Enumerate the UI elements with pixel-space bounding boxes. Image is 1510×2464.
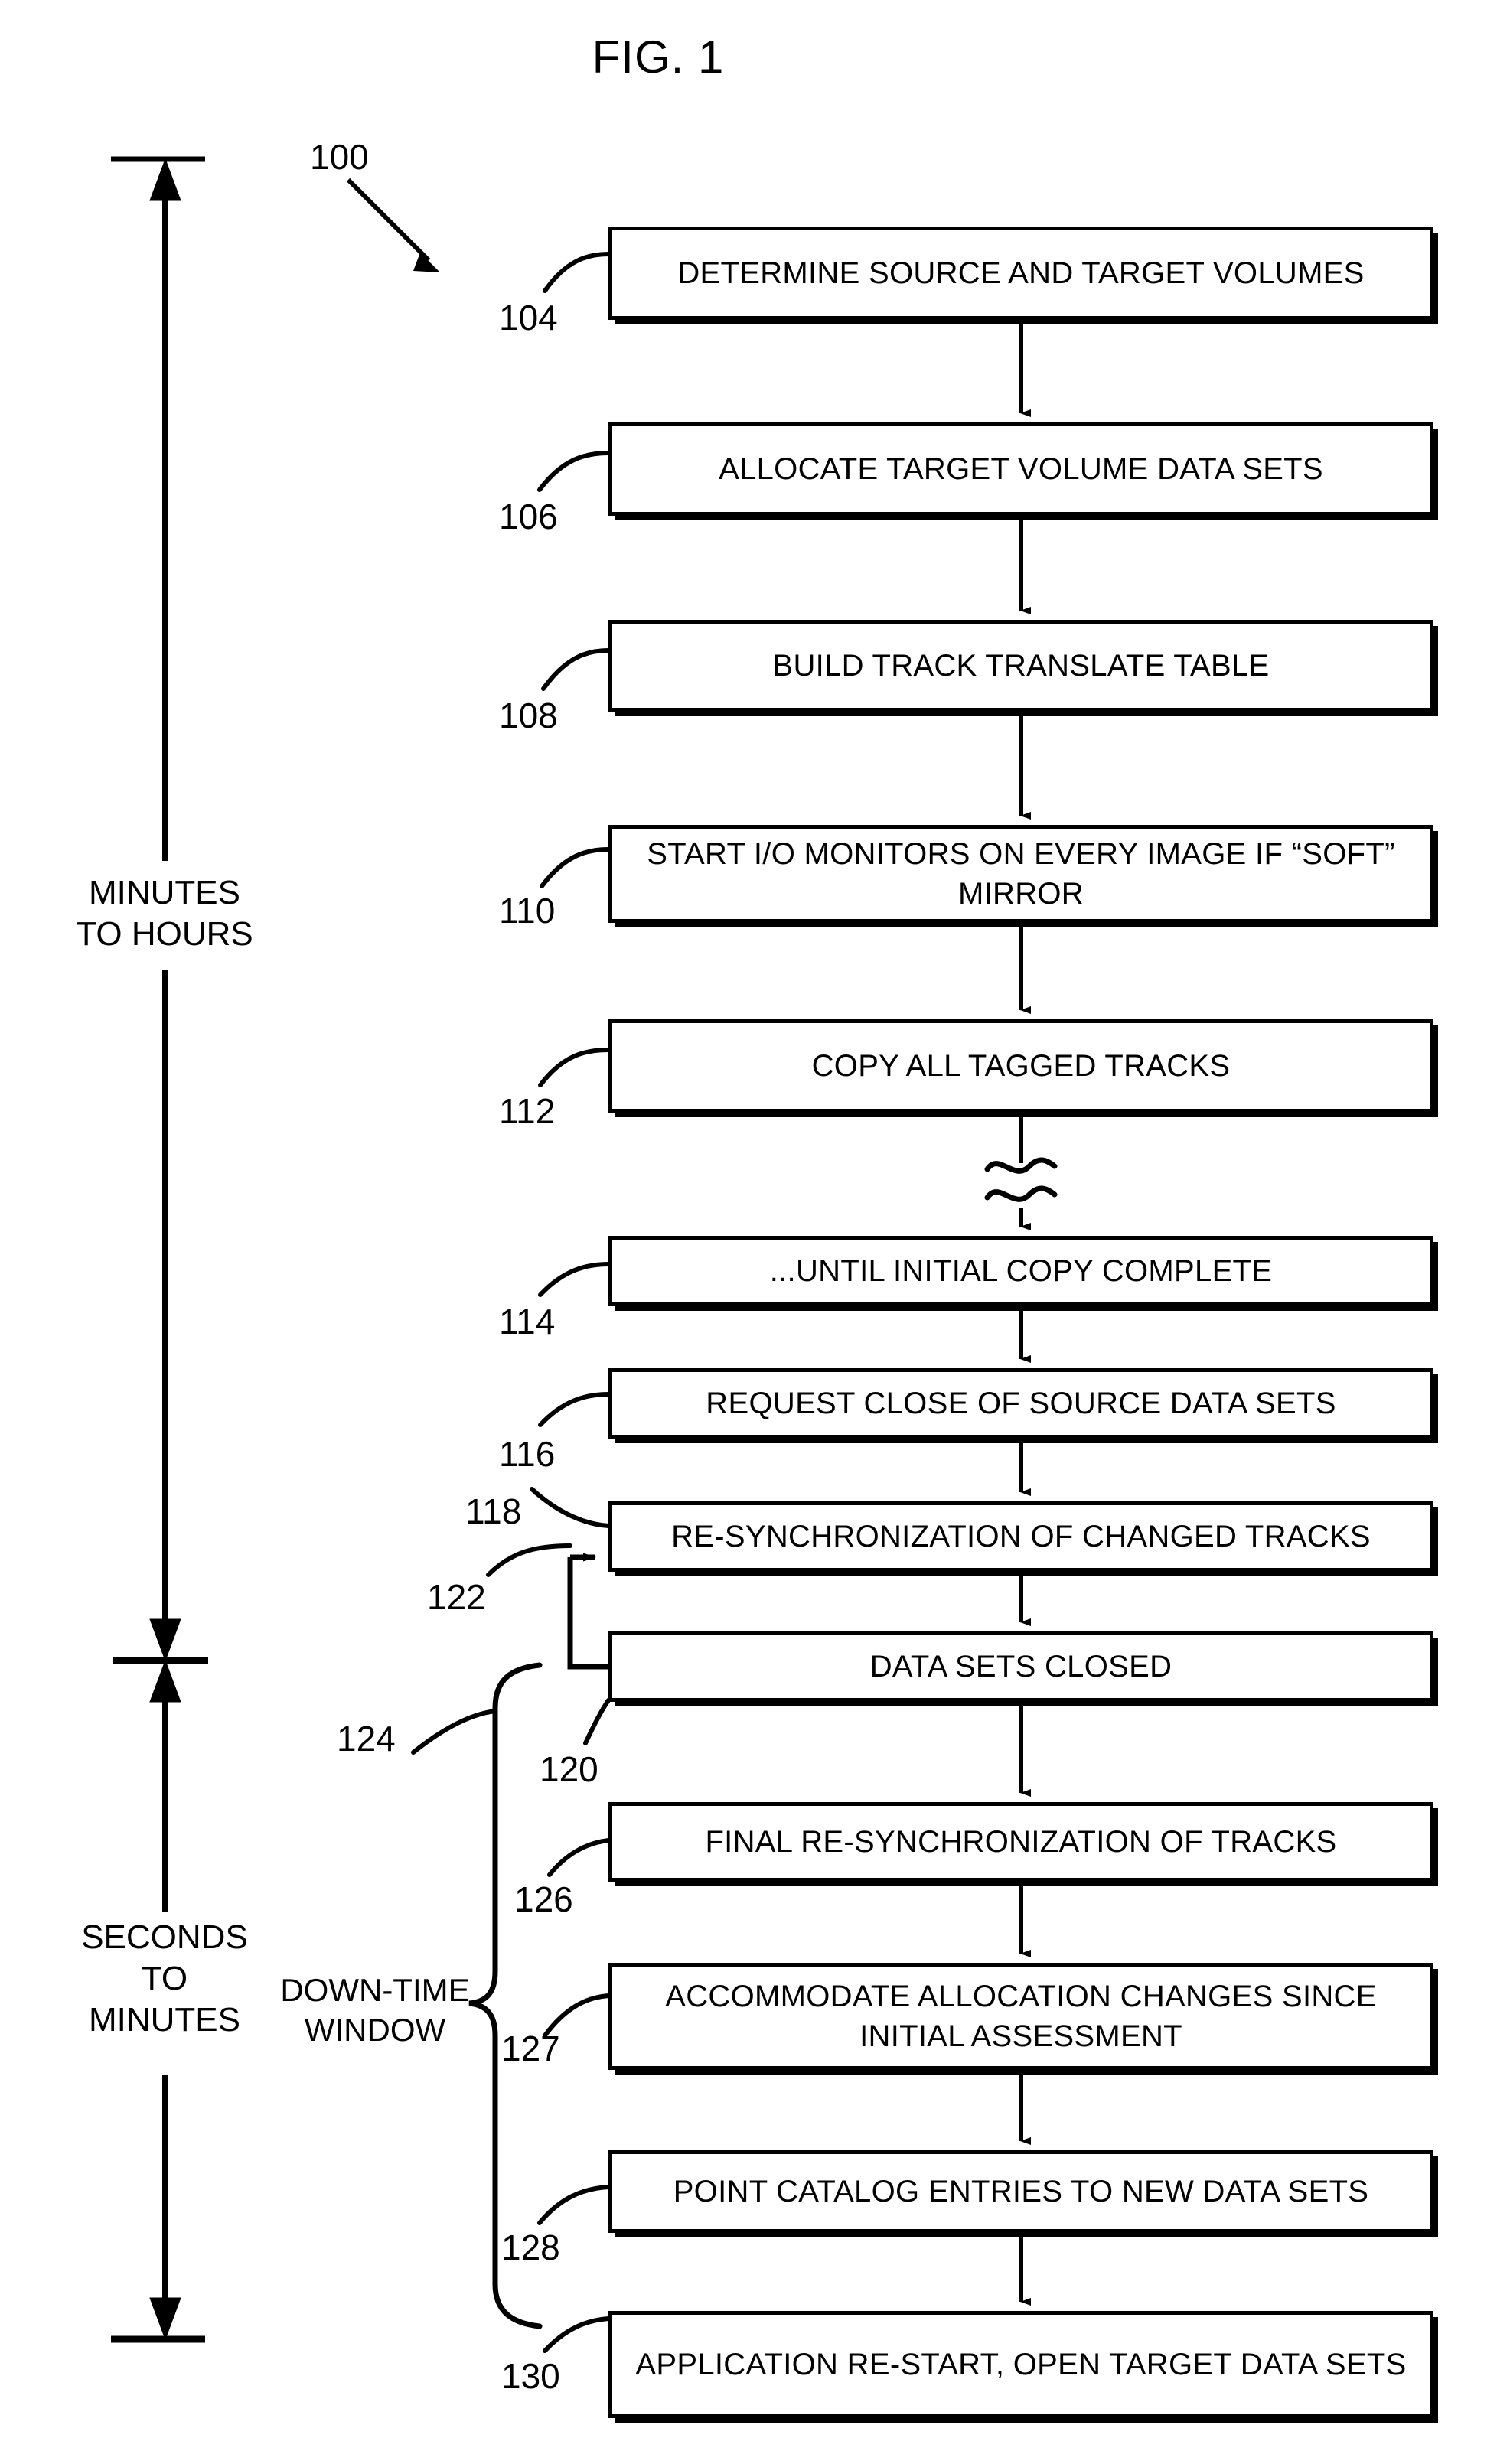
flow-box-106[interactable]: ALLOCATE TARGET VOLUME DATA SETS	[608, 422, 1433, 516]
flow-box-130-label: APPLICATION RE-START, OPEN TARGET DATA S…	[635, 2348, 1407, 2381]
flow-box-114[interactable]: ...UNTIL INITIAL COPY COMPLETE	[608, 1236, 1433, 1306]
flow-box-110[interactable]: START I/O MONITORS ON EVERY IMAGE IF “SO…	[608, 825, 1433, 923]
leader-128	[537, 2185, 611, 2225]
leader-110	[540, 847, 611, 888]
leader-122	[486, 1543, 572, 1577]
flow-box-108-label: BUILD TRACK TRANSLATE TABLE	[772, 649, 1270, 683]
flow-box-104-label: DETERMINE SOURCE AND TARGET VOLUMES	[677, 256, 1365, 290]
flow-box-118[interactable]: RE-SYNCHRONIZATION OF CHANGED TRACKS	[608, 1501, 1433, 1572]
flow-box-120-label: DATA SETS CLOSED	[869, 1650, 1172, 1683]
reference-number-126: 126	[514, 1879, 573, 1919]
reference-number-100: 100	[310, 137, 369, 177]
leader-124	[411, 1709, 497, 1755]
downtime-window-label: DOWN-TIME WINDOW	[280, 1972, 470, 2048]
flow-box-130[interactable]: APPLICATION RE-START, OPEN TARGET DATA S…	[608, 2311, 1433, 2418]
flow-box-118-label: RE-SYNCHRONIZATION OF CHANGED TRACKS	[671, 1520, 1371, 1553]
leader-108	[541, 648, 611, 691]
flow-box-112[interactable]: COPY ALL TAGGED TRACKS	[608, 1019, 1433, 1113]
reference-number-130: 130	[501, 2356, 560, 2396]
leader-104	[543, 252, 611, 293]
leader-118	[530, 1487, 611, 1528]
reference-number-122: 122	[427, 1577, 486, 1617]
flow-box-108[interactable]: BUILD TRACK TRANSLATE TABLE	[608, 620, 1433, 712]
flow-box-120[interactable]: DATA SETS CLOSED	[608, 1631, 1433, 1702]
reference-number-116: 116	[499, 1434, 556, 1474]
figure-title: FIG. 1	[592, 31, 725, 83]
patent-figure: FIG. 1 100 MINUTES TO HOURS SECONDS TO M…	[0, 0, 1510, 2464]
feedback-loop-122	[567, 1553, 608, 1670]
leader-126	[547, 1838, 611, 1877]
reference-number-108: 108	[499, 696, 558, 735]
flow-box-128-label: POINT CATALOG ENTRIES TO NEW DATA SETS	[673, 2175, 1369, 2208]
break-squiggle-icon	[984, 1157, 1058, 1202]
reference-number-128: 128	[501, 2228, 560, 2267]
leader-116	[538, 1392, 611, 1427]
reference-number-104: 104	[499, 298, 558, 337]
reference-number-110: 110	[499, 891, 556, 931]
reference-number-118: 118	[465, 1491, 522, 1531]
flow-box-110-label: START I/O MONITORS ON EVERY IMAGE IF “SO…	[647, 837, 1395, 911]
flow-box-114-label: ...UNTIL INITIAL COPY COMPLETE	[769, 1254, 1273, 1288]
reference-number-114: 114	[499, 1302, 556, 1341]
flow-box-106-label: ALLOCATE TARGET VOLUME DATA SETS	[719, 452, 1323, 486]
flow-box-128[interactable]: POINT CATALOG ENTRIES TO NEW DATA SETS	[608, 2150, 1433, 2233]
flow-box-116-label: REQUEST CLOSE OF SOURCE DATA SETS	[706, 1387, 1336, 1420]
reference-number-120: 120	[540, 1749, 598, 1789]
diagram-lines-overlay	[111, 156, 1058, 2353]
flow-box-104[interactable]: DETERMINE SOURCE AND TARGET VOLUMES	[608, 227, 1433, 320]
timeline-upper-label: MINUTES TO HOURS	[76, 874, 253, 953]
leader-130	[543, 2316, 611, 2353]
reference-number-112: 112	[499, 1091, 556, 1131]
leader-112	[538, 1048, 611, 1087]
timeline-lower-label: SECONDS TO MINUTES	[81, 1918, 248, 2039]
leader-114	[538, 1262, 611, 1297]
leader-120	[583, 1698, 611, 1745]
flow-box-116[interactable]: REQUEST CLOSE OF SOURCE DATA SETS	[608, 1368, 1433, 1439]
reference-number-124: 124	[337, 1719, 396, 1758]
flow-box-127[interactable]: ACCOMMODATE ALLOCATION CHANGES SINCE INI…	[608, 1963, 1433, 2070]
reference-number-106: 106	[499, 497, 558, 536]
reference-number-127: 127	[501, 2029, 560, 2068]
flow-box-127-label: ACCOMMODATE ALLOCATION CHANGES SINCE INI…	[665, 1980, 1377, 2053]
flow-box-126-label: FINAL RE-SYNCHRONIZATION OF TRACKS	[705, 1825, 1337, 1859]
flow-box-126[interactable]: FINAL RE-SYNCHRONIZATION OF TRACKS	[608, 1802, 1433, 1882]
leader-100	[346, 178, 440, 272]
flow-box-112-label: COPY ALL TAGGED TRACKS	[811, 1049, 1231, 1083]
leader-106	[537, 451, 611, 492]
